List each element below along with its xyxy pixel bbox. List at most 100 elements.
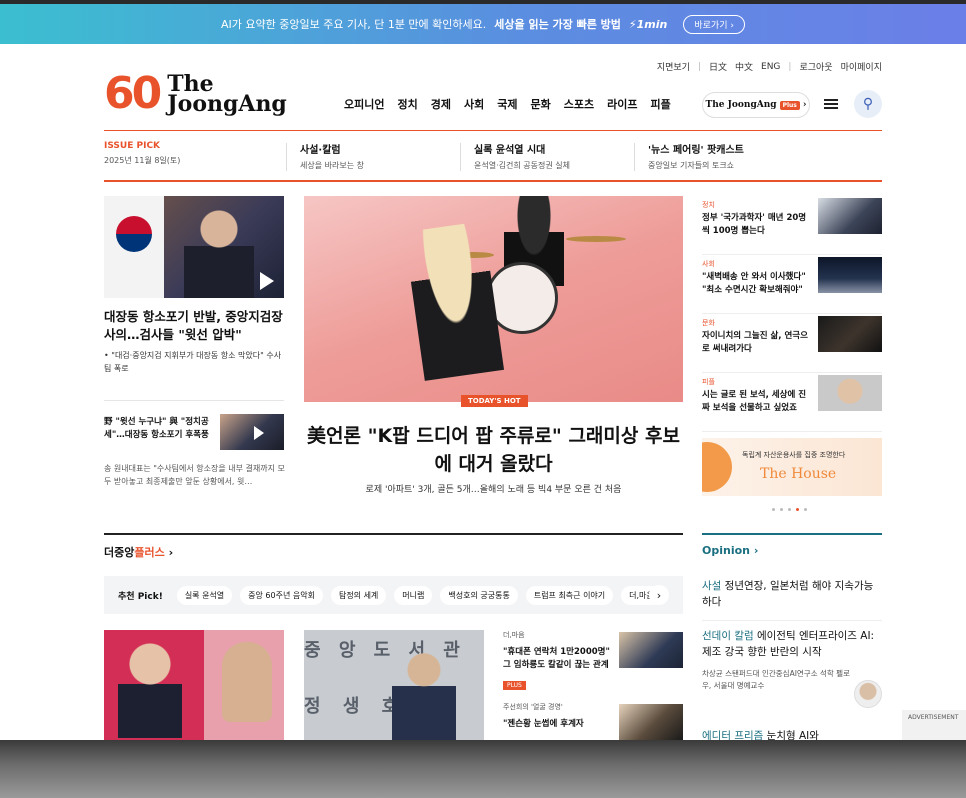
- logout-link[interactable]: 로그아웃: [799, 60, 832, 73]
- news-thumbnail: [818, 257, 882, 293]
- promo-text: AI가 요약한 중앙일보 주요 기사, 단 1분 만에 확인하세요.: [221, 18, 487, 31]
- ad-graphic: [702, 442, 732, 492]
- news-thumbnail: [818, 198, 882, 234]
- prosecutor-image: [184, 206, 254, 298]
- politician-image: [118, 638, 182, 738]
- logo-wordmark: The JoongAng: [167, 70, 287, 117]
- left-second-summary: 송 원내대표는 "수사팀에서 항소장을 내부 결재까지 모두 받아놓고 최종제출…: [104, 464, 285, 486]
- center-hero-photo[interactable]: [304, 196, 683, 402]
- left-headline[interactable]: 대장동 항소포기 반발, 중앙지검장 사의…검사들 "윗선 압박": [104, 308, 286, 344]
- divider: [460, 143, 461, 171]
- main-nav: 오피니언 정치 경제 사회 국제 문화 스포츠 라이프 피플: [344, 96, 671, 112]
- plus-badge: PLUS: [503, 681, 526, 690]
- plus-story-photo-2[interactable]: 중 앙 도 서 관 정 생 호: [304, 630, 484, 740]
- center-headline-sub[interactable]: 로제 '아파트' 3개, 골든 5개…올해의 노래 등 빅4 부문 오른 건 처…: [304, 482, 683, 495]
- issue-item-yoon-era[interactable]: 실록 윤석열 시대 윤석열·김건희 공동정권 실체: [474, 141, 570, 171]
- right-news-list: 정치 정부 '국가과학자' 매년 20명씩 100명 뽑는다 사회 "새벽배송 …: [702, 196, 882, 432]
- 1min-logo: ⚡1min: [628, 17, 668, 31]
- chevron-right-icon: ›: [802, 100, 807, 110]
- screen-bezel: [0, 740, 966, 798]
- nav-economy[interactable]: 경제: [431, 96, 451, 112]
- plus-story-photo-1[interactable]: [104, 630, 284, 740]
- issue-item-editorial[interactable]: 사설·칼럼 세상을 바라보는 창: [300, 141, 364, 171]
- plus-tag: Plus: [779, 100, 800, 110]
- issue-date: 2025년 11월 8일(토): [104, 156, 181, 165]
- divider: [286, 143, 287, 171]
- chip[interactable]: 백성호의 궁궁통통: [440, 585, 518, 605]
- todays-hot-badge: TODAY'S HOT: [461, 395, 528, 407]
- nav-life[interactable]: 라이프: [607, 96, 637, 112]
- list-item[interactable]: 더,마음 "휴대폰 연락처 1만2000명" 그 임하룡도 칼같이 끊는 관계 …: [503, 630, 683, 702]
- issue-pick-bar: ISSUE PICK 2025년 11월 8일(토) 사설·칼럼 세상을 바라보…: [104, 130, 882, 182]
- left-second-headline[interactable]: 野 "윗선 누구냐" 與 "정치공세"…대장동 항소포기 후폭풍: [104, 416, 212, 442]
- left-headline-photo[interactable]: [104, 196, 284, 298]
- mypage-link[interactable]: 마이페이지: [841, 60, 882, 73]
- list-item[interactable]: 주선희의 '얼굴 경영' "젠슨황 눈썹에 후계자: [503, 702, 683, 740]
- chip[interactable]: 머니랩: [394, 585, 433, 605]
- chip[interactable]: 실록 윤석열: [176, 585, 233, 605]
- 60th-anniversary-mark: 60: [104, 68, 162, 119]
- chip[interactable]: 트럼프 최측근 이야기: [525, 585, 614, 605]
- singer-image: [403, 221, 505, 381]
- menu-icon[interactable]: [824, 99, 838, 109]
- section-divider: [104, 533, 683, 535]
- news-thumbnail: [818, 316, 882, 352]
- play-icon: [254, 426, 264, 440]
- promo-highlight: 세상을 읽는 가장 빠른 방법: [494, 18, 621, 31]
- utility-links: 지면보기 | 日文 中文 ENG | 로그아웃 마이페이지: [656, 60, 882, 74]
- opinion-item[interactable]: 에디터 프리즘 눈치형 AI와: [702, 728, 882, 740]
- lang-zh-link[interactable]: 中文: [735, 60, 753, 73]
- promo-go-button[interactable]: 바로가기 ›: [683, 14, 745, 34]
- nav-opinion[interactable]: 오피니언: [344, 96, 384, 112]
- divider: [104, 400, 284, 401]
- nav-people[interactable]: 피플: [650, 96, 670, 112]
- nav-society[interactable]: 사회: [464, 96, 484, 112]
- divider: [634, 143, 635, 171]
- search-icon[interactable]: ⚲: [854, 90, 882, 118]
- nav-world[interactable]: 국제: [497, 96, 517, 112]
- news-thumbnail: [619, 704, 683, 740]
- list-item[interactable]: 문화 자이니치의 그늘진 삶, 연극으로 써내려가다: [702, 314, 882, 373]
- issue-pick-label: ISSUE PICK 2025년 11월 8일(토): [104, 141, 181, 165]
- chevron-right-icon: ›: [168, 546, 174, 559]
- promo-banner[interactable]: AI가 요약한 중앙일보 주요 기사, 단 1분 만에 확인하세요. 세상을 읽…: [0, 4, 966, 44]
- palm-image: [222, 642, 272, 722]
- lang-en-link[interactable]: ENG: [761, 62, 780, 72]
- advertisement-label: ADVERTISEMENT: [902, 710, 966, 740]
- lang-ja-link[interactable]: 日文: [709, 60, 727, 73]
- joongang-plus-section-title[interactable]: 더중앙플러스 ›: [104, 544, 173, 560]
- man-image: [392, 650, 456, 740]
- korean-flag-image: [104, 196, 164, 298]
- list-item[interactable]: 정치 정부 '국가과학자' 매년 20명씩 100명 뽑는다: [702, 196, 882, 255]
- list-item[interactable]: 사회 "새벽배송 안 와서 이사했다" "최소 수면시간 확보해줘야": [702, 255, 882, 314]
- site-logo[interactable]: 60 The JoongAng: [104, 68, 287, 119]
- chip[interactable]: 중앙 60주년 음악회: [240, 585, 323, 605]
- opinion-item[interactable]: 사설 정년연장, 일본처럼 해야 지속가능하다: [702, 578, 882, 610]
- browser-page: AI가 요약한 중앙일보 주요 기사, 단 1분 만에 확인하세요. 세상을 읽…: [0, 4, 966, 740]
- paper-view-link[interactable]: 지면보기: [657, 60, 690, 73]
- nav-politics[interactable]: 정치: [397, 96, 417, 112]
- chip[interactable]: 탐정의 세계: [330, 585, 387, 605]
- section-divider: [702, 533, 882, 535]
- divider: [702, 620, 882, 621]
- left-second-photo[interactable]: [220, 414, 284, 450]
- issue-item-podcast[interactable]: '뉴스 페어링' 팟캐스트 중앙일보 기자들의 토크쇼: [648, 141, 744, 171]
- nav-culture[interactable]: 문화: [530, 96, 550, 112]
- carousel-dots[interactable]: [772, 508, 807, 511]
- the-house-ad[interactable]: 독립계 자산운용사를 집중 조명한다 The House: [702, 438, 882, 496]
- center-headline[interactable]: 美언론 "K팝 드디어 팝 주류로" 그래미상 후보에 대거 올랐다: [304, 422, 683, 478]
- recommended-picks: 추천 Pick! 실록 윤석열 중앙 60주년 음악회 탐정의 세계 머니랩 백…: [104, 576, 683, 614]
- cymbal-image: [566, 236, 626, 242]
- library-sign-image: 정 생 호: [304, 696, 407, 717]
- list-item[interactable]: 피플 시는 글로 된 보석, 세상에 진짜 보석을 선물하고 싶었죠: [702, 373, 882, 432]
- play-icon: [260, 272, 274, 290]
- news-thumbnail: [818, 375, 882, 411]
- opinion-section-title[interactable]: Opinion ›: [702, 544, 758, 557]
- left-headline-sub[interactable]: • "대검·중앙지검 지휘부가 대장동 항소 막았다" 수사팀 폭로: [104, 349, 286, 375]
- plus-story-list: 더,마음 "휴대폰 연락처 1만2000명" 그 임하룡도 칼같이 끊는 관계 …: [503, 630, 683, 740]
- opinion-item[interactable]: 선데이 칼럼 에이전틱 엔터프라이즈 AI: 제조 강국 향한 반란의 시작 차…: [702, 628, 882, 692]
- nav-sports[interactable]: 스포츠: [564, 96, 594, 112]
- picks-label: 추천 Pick!: [118, 591, 163, 602]
- joongang-plus-button[interactable]: The JoongAng Plus ›: [702, 92, 810, 118]
- chevron-right-icon[interactable]: ›: [649, 585, 669, 605]
